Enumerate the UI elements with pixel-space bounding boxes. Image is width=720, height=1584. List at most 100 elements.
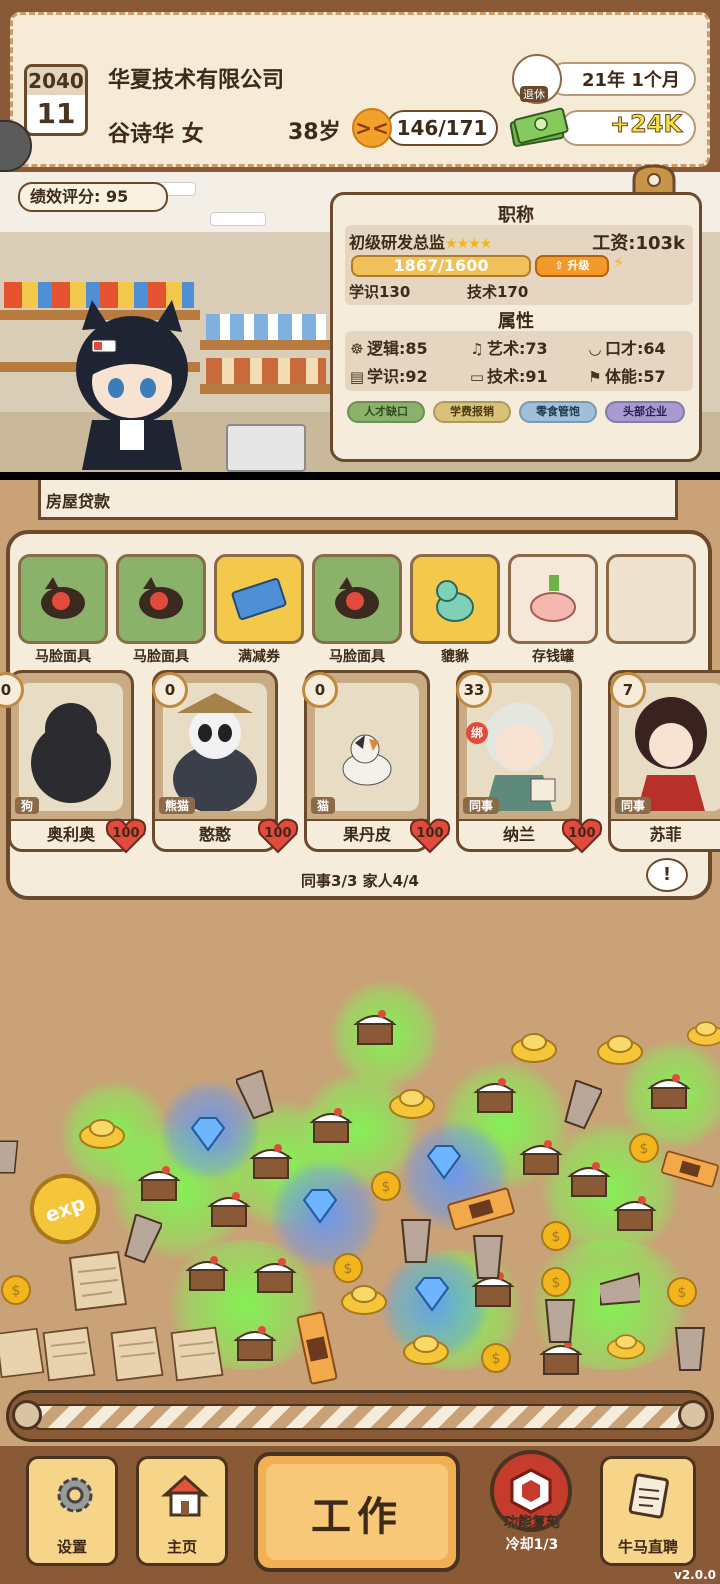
home-icon xyxy=(161,1474,209,1517)
kpi-paper-icon[interactable] xyxy=(62,1248,134,1314)
gold-ingot-icon[interactable] xyxy=(686,1016,720,1050)
money-gain: +24K xyxy=(609,110,683,139)
item-slot[interactable] xyxy=(508,554,598,644)
home-button[interactable]: 主页 xyxy=(136,1456,228,1566)
gold-ingot-icon[interactable] xyxy=(78,1116,126,1150)
cake-icon[interactable] xyxy=(518,1134,564,1180)
cup-icon[interactable] xyxy=(562,1080,602,1130)
svg-text:$: $ xyxy=(382,1179,391,1195)
chocolate-bar-icon[interactable] xyxy=(294,1310,340,1386)
job-tag[interactable]: 学费报销 xyxy=(433,401,511,423)
kpi-paper-icon[interactable] xyxy=(36,1324,102,1384)
diamond-icon[interactable] xyxy=(424,1144,464,1180)
recruit-button[interactable]: 牛马直聘 xyxy=(600,1456,696,1566)
diamond-icon[interactable] xyxy=(188,1116,228,1152)
attr-fitness: ⚑ 体能:57 xyxy=(585,363,665,387)
drink-row xyxy=(206,314,326,340)
member-name: 苏菲 xyxy=(649,825,682,844)
attr-art: ♫ 艺术:73 xyxy=(467,335,547,359)
cake-icon[interactable] xyxy=(352,1004,398,1050)
item-slot-empty[interactable] xyxy=(606,554,696,644)
piggy-bank-icon xyxy=(530,575,576,622)
mood-face-icon[interactable]: >< xyxy=(352,108,392,148)
job-card[interactable]: 职称 初级研发总监★★★★ 工资:103k 1867/1600 ⇧ 升级 ⚡ 学… xyxy=(330,192,702,462)
loan-banner[interactable] xyxy=(38,480,678,520)
coin-icon[interactable]: $ xyxy=(628,1132,660,1164)
cake-icon[interactable] xyxy=(136,1160,182,1206)
home-label: 主页 xyxy=(166,1538,197,1556)
item-slot[interactable] xyxy=(214,554,304,644)
retire-cat-icon[interactable]: 退休 xyxy=(512,54,562,104)
cup-icon[interactable] xyxy=(540,1296,580,1346)
cup-icon[interactable] xyxy=(600,1266,640,1316)
gold-ingot-icon[interactable] xyxy=(402,1332,450,1366)
cup-icon[interactable] xyxy=(396,1216,436,1266)
member-level-badge: 0 xyxy=(152,672,188,708)
diamond-icon[interactable] xyxy=(412,1276,452,1312)
svg-text:$: $ xyxy=(492,1351,501,1367)
skill-label: 功能复刻 xyxy=(504,1515,560,1531)
coin-icon[interactable]: $ xyxy=(666,1276,698,1308)
coin-icon[interactable]: $ xyxy=(370,1170,402,1202)
cake-icon[interactable] xyxy=(248,1138,294,1184)
cake-icon[interactable] xyxy=(612,1190,658,1236)
cake-icon[interactable] xyxy=(232,1320,278,1366)
cash-stack-icon xyxy=(509,107,569,147)
item-slot[interactable] xyxy=(18,554,108,644)
diamond-icon[interactable] xyxy=(300,1188,340,1224)
job-tag[interactable]: 头部企业 xyxy=(605,401,685,423)
play-field[interactable]: $ $ $ $ $ $ $ $ exp xyxy=(0,920,720,1390)
item-slot[interactable] xyxy=(410,554,500,644)
item-slot[interactable] xyxy=(116,554,206,644)
gold-ingot-icon[interactable] xyxy=(340,1282,388,1316)
job-title: 初级研发总监 xyxy=(349,233,446,252)
gold-ingot-icon[interactable] xyxy=(388,1086,436,1120)
gold-ingot-icon[interactable] xyxy=(606,1322,646,1370)
coin-icon[interactable]: $ xyxy=(0,1274,32,1306)
tech-requirement: 技术170 xyxy=(467,283,529,301)
gold-ingot-icon[interactable] xyxy=(510,1030,558,1064)
cake-icon[interactable] xyxy=(472,1072,518,1118)
cup-icon[interactable] xyxy=(468,1232,508,1282)
kpi-paper-icon[interactable] xyxy=(164,1324,230,1384)
kpi-paper-icon[interactable] xyxy=(104,1324,170,1384)
roller-icon xyxy=(12,1400,42,1430)
settings-button[interactable]: 设置 xyxy=(26,1456,118,1566)
recruit-label: 牛马直聘 xyxy=(617,1538,678,1556)
upgrade-label: 升级 xyxy=(567,259,590,272)
music-note-icon: ♫ xyxy=(470,340,484,358)
item-slot[interactable] xyxy=(312,554,402,644)
conveyor-stripe xyxy=(34,1404,686,1430)
cup-icon[interactable] xyxy=(670,1324,710,1374)
dog-portrait xyxy=(19,683,123,811)
heart-icon: 100 xyxy=(408,816,452,854)
coin-icon[interactable]: $ xyxy=(332,1252,364,1284)
job-tag[interactable]: 人才缺口 xyxy=(347,401,425,423)
heart-icon: 100 xyxy=(104,816,148,854)
coin-icon[interactable]: $ xyxy=(540,1266,572,1298)
cake-icon[interactable] xyxy=(646,1068,692,1114)
work-label: 工作 xyxy=(311,1494,403,1540)
job-tag[interactable]: 零食管饱 xyxy=(519,401,597,423)
coin-icon[interactable]: $ xyxy=(540,1220,572,1252)
coin-icon[interactable]: $ xyxy=(480,1342,512,1374)
cake-icon[interactable] xyxy=(252,1252,298,1298)
age-label: 38岁 xyxy=(288,120,341,145)
chocolate-bar-icon[interactable] xyxy=(660,1146,720,1192)
info-bubble-icon[interactable]: ! xyxy=(646,858,688,892)
work-button[interactable]: 工作 xyxy=(254,1452,460,1572)
cup-icon[interactable] xyxy=(0,1132,22,1182)
version-label: v2.0.0 xyxy=(674,1568,716,1582)
player-character[interactable] xyxy=(62,300,202,470)
cake-icon[interactable] xyxy=(206,1186,252,1232)
calendar-icon: 2040 11 xyxy=(24,64,88,136)
upgrade-button[interactable]: ⇧ 升级 xyxy=(535,255,609,277)
member-type: 猫 xyxy=(311,797,336,814)
cup-icon[interactable] xyxy=(236,1070,276,1120)
chocolate-bar-icon[interactable] xyxy=(446,1186,516,1232)
cake-icon[interactable] xyxy=(184,1250,230,1296)
cake-icon[interactable] xyxy=(566,1156,612,1202)
cake-icon[interactable] xyxy=(308,1102,354,1148)
runner-icon: ⚑ xyxy=(588,368,602,386)
gold-ingot-icon[interactable] xyxy=(596,1032,644,1066)
